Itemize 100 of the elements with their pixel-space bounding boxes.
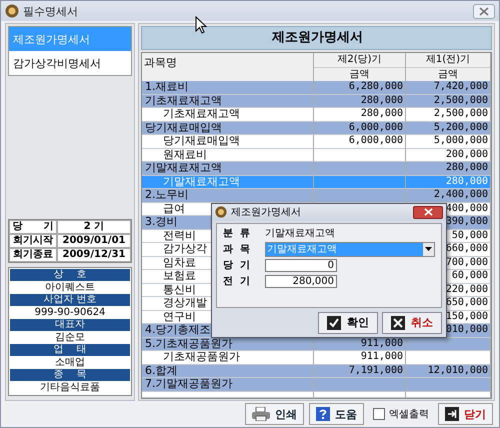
table-row[interactable]: 7.기말재공품원가 <box>142 378 491 392</box>
amount-cell: 50,000 <box>452 230 488 240</box>
app-icon <box>5 4 19 18</box>
category-value: 기말재료재고액 <box>265 227 335 240</box>
table-row[interactable]: 당기재료매입액 6,000,000 5,200,000 <box>142 122 491 135</box>
company-value: 아이퀘스트 <box>44 281 96 294</box>
close-button[interactable] <box>413 206 443 218</box>
checkbox-label: 엑셀출력 <box>389 408 429 421</box>
field-label: 전 기 <box>223 275 251 288</box>
account-name: 보험료 <box>163 270 196 282</box>
table-row[interactable]: 2.노무비 2,400,000 <box>142 189 491 202</box>
account-name: 4.당기총제조 <box>145 324 210 336</box>
amount-cell: 60,000 <box>452 270 488 281</box>
column-header: 제2(당)기 <box>314 53 405 68</box>
account-name: 기초재료재고액 <box>163 108 240 120</box>
company-heading: 사업자 번호 <box>10 294 130 306</box>
account-name: 기초재공품원가 <box>163 351 240 363</box>
company-heading: 업 태 <box>10 344 130 356</box>
account-name: 통신비 <box>163 284 196 296</box>
excel-checkbox[interactable] <box>373 408 385 420</box>
account-name: 연구비 <box>163 310 196 322</box>
app-icon <box>215 206 227 218</box>
account-name: 당기재료매입액 <box>145 122 222 134</box>
table-row[interactable]: 원재료비 200,000 <box>142 148 491 162</box>
amount-cell: 280,000 <box>360 94 403 106</box>
table-row[interactable]: 기초재료재고액 280,000 2,500,000 <box>142 108 491 122</box>
period-label: 회기시작 <box>9 234 57 248</box>
amount-cell: 911,000 <box>360 351 403 362</box>
table-row[interactable]: 기초재공품원가 911,000 <box>142 351 491 364</box>
window-title: 필수명세서 <box>23 4 78 18</box>
period-value: 2009/12/31 <box>57 248 131 262</box>
amount-cell: 650,000 <box>446 297 488 308</box>
company-value: 기타음식료품 <box>39 381 101 394</box>
amount-cell: 220,000 <box>446 284 488 294</box>
close-icon <box>424 208 432 216</box>
period-label: 당 기 <box>9 220 57 234</box>
print-button[interactable]: 인쇄 <box>245 403 304 425</box>
account-name: 감가상각 <box>163 243 207 255</box>
printer-icon <box>252 407 270 421</box>
table-row[interactable]: 기말재료재고액 280,000 <box>142 162 491 176</box>
exit-icon <box>445 407 459 421</box>
close-icon <box>391 316 405 330</box>
company-value: 999-90-90624 <box>34 306 106 319</box>
previous-amount-field[interactable]: 280,000 <box>265 274 337 288</box>
amount-cell: 911,000 <box>360 338 403 348</box>
column-header: 제1(전)기 <box>406 53 490 68</box>
account-name: 3.경비 <box>145 216 178 228</box>
check-icon <box>327 316 341 330</box>
company-heading: 대표자 <box>10 319 130 331</box>
amount-cell: 280,000 <box>446 162 488 173</box>
amount-cell: 7,420,000 <box>434 81 488 92</box>
cancel-button[interactable]: 취소 <box>382 312 442 334</box>
amount-cell: 2,400,000 <box>434 189 488 200</box>
amount-cell: 150,000 <box>446 310 488 322</box>
account-name: 전력비 <box>163 230 196 242</box>
company-heading: 상 호 <box>10 269 130 281</box>
field-label: 당 기 <box>223 259 251 272</box>
amount-cell: 6,280,000 <box>348 81 403 92</box>
amount-cell: 2,500,000 <box>434 108 488 119</box>
close-button[interactable] <box>473 4 495 18</box>
exit-button[interactable]: 닫기 <box>438 403 493 425</box>
help-icon <box>316 407 330 421</box>
account-name: 급여 <box>163 202 185 214</box>
amount-cell: 7,191,000 <box>348 364 403 376</box>
table-row[interactable]: 6.합계 7,191,000 12,010,000 <box>142 364 491 378</box>
current-amount-field[interactable]: 0 <box>265 258 337 272</box>
account-name: 임차료 <box>163 256 196 268</box>
period-label: 회기종료 <box>9 248 57 262</box>
account-name: 2.노무비 <box>145 189 188 201</box>
account-name: 기말재료재고액 <box>163 176 240 188</box>
amount-cell: 280,000 <box>360 108 403 119</box>
close-icon <box>479 6 489 16</box>
dropdown-arrow-icon <box>425 247 432 251</box>
amount-cell: 280,000 <box>446 176 488 186</box>
account-name: 6.합계 <box>145 364 178 376</box>
company-value: 김순모 <box>54 331 86 344</box>
field-label: 과 목 <box>223 243 251 256</box>
account-name: 7.기말재공품원가 <box>145 378 232 390</box>
amount-cell: 5,000,000 <box>434 135 488 146</box>
amount-cell: 400,000 <box>446 202 488 214</box>
table-row[interactable]: 5.기초재공품원가 911,000 <box>142 338 491 351</box>
ok-button[interactable]: 확인 <box>318 312 378 334</box>
account-name: 기말재료재고액 <box>145 162 222 174</box>
mouse-cursor-icon <box>195 16 207 34</box>
company-heading: 종 목 <box>10 369 130 381</box>
statement-item[interactable]: 감가상각비명세서 <box>9 51 131 75</box>
amount-cell: 2,500,000 <box>434 94 488 106</box>
amount-cell: 5,200,000 <box>434 122 488 132</box>
table-row[interactable]: 기초재료재고액 280,000 2,500,000 <box>142 94 491 108</box>
amount-cell: 6,000,000 <box>348 135 403 146</box>
amount-cell: 6,000,000 <box>348 122 403 132</box>
table-row[interactable]: 당기재료매입액 6,000,000 5,000,000 <box>142 135 491 148</box>
amount-cell: 010,000 <box>446 324 488 335</box>
amount-cell: 660,000 <box>446 243 488 254</box>
table-row[interactable]: 1.재료비 6,280,000 7,420,000 <box>142 81 491 94</box>
account-name: 5.기초재공품원가 <box>145 338 232 350</box>
amount-cell: 390,000 <box>446 216 488 227</box>
help-button[interactable]: 도움 <box>309 403 364 425</box>
statement-title: 제조원가명세서 <box>141 26 492 50</box>
account-name: 기초재료재고액 <box>145 94 222 106</box>
